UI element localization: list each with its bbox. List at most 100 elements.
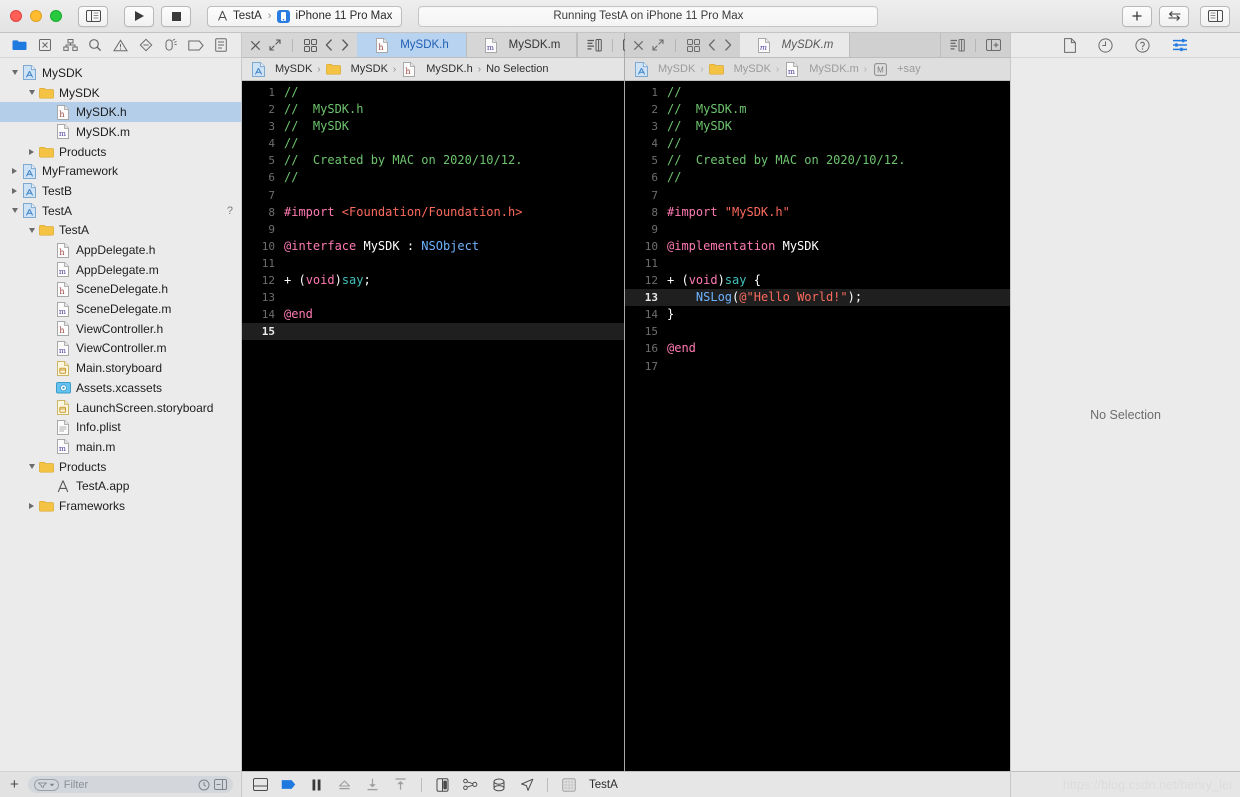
file-inspector-icon[interactable] — [1063, 37, 1076, 53]
navigator-row[interactable]: Assets.xcassets — [0, 378, 241, 398]
navigator-row[interactable]: LaunchScreen.storyboard — [0, 398, 241, 418]
navigator-row[interactable]: m main.m — [0, 437, 241, 457]
jump-bar-segment[interactable]: h MySDK.h — [401, 61, 473, 77]
minimap-toggle-icon[interactable] — [950, 38, 965, 52]
jump-bar-right[interactable]: MySDK › MySDK › m MySDK.m › M +say — [625, 58, 1010, 81]
navigator-row[interactable]: h ViewController.h — [0, 319, 241, 339]
code-line[interactable]: 13 NSLog(@"Hello World!"); — [625, 289, 1010, 307]
disclosure-triangle-open-icon[interactable] — [25, 90, 38, 96]
navigator-row[interactable]: Products — [0, 142, 241, 162]
project-navigator-icon[interactable] — [11, 37, 29, 53]
editor-tab[interactable]: m MySDK.m — [740, 33, 850, 57]
symbol-navigator-icon[interactable] — [61, 37, 79, 53]
collapse-all-icon[interactable] — [214, 779, 227, 790]
code-line[interactable]: 15 — [625, 323, 1010, 340]
disclosure-triangle-open-icon[interactable] — [25, 227, 38, 233]
project-file-tree[interactable]: MySDK MySDK h MySDK.h m MySDK.m Products MyFram… — [0, 58, 241, 771]
debug-navigator-icon[interactable] — [162, 37, 180, 53]
editor-tab[interactable]: m MySDK.m — [467, 33, 577, 57]
code-line[interactable]: 8 #import "MySDK.h" — [625, 204, 1010, 221]
step-over-icon[interactable] — [365, 777, 380, 792]
navigator-row[interactable]: MySDK — [0, 83, 241, 103]
close-editor-icon[interactable] — [250, 40, 261, 51]
disclosure-triangle-closed-icon[interactable] — [25, 148, 38, 155]
editor-options-button[interactable] — [1159, 5, 1189, 27]
scheme-destination-chooser[interactable]: TestA › iPhone 11 Pro Max — [207, 5, 403, 27]
attributes-inspector-icon[interactable] — [1172, 38, 1188, 52]
add-file-button[interactable]: + — [8, 777, 21, 792]
navigate-back-icon[interactable] — [325, 39, 333, 51]
recent-files-icon[interactable] — [198, 779, 210, 791]
navigator-row[interactable]: m ViewController.m — [0, 339, 241, 359]
navigator-row[interactable]: MyFramework — [0, 161, 241, 181]
code-line[interactable]: 17 — [625, 358, 1010, 375]
jump-bar-segment[interactable]: MySDK — [709, 63, 771, 75]
navigator-row[interactable]: m MySDK.m — [0, 122, 241, 142]
memory-graph-icon[interactable] — [463, 777, 478, 792]
continue-icon[interactable] — [337, 777, 352, 792]
navigator-row[interactable]: Main.storyboard — [0, 358, 241, 378]
view-debugging-icon[interactable] — [435, 777, 450, 792]
add-editor-button[interactable] — [1122, 5, 1152, 27]
quick-help-icon[interactable] — [1134, 37, 1150, 53]
navigate-forward-icon[interactable] — [724, 39, 732, 51]
navigator-row[interactable]: TestA — [0, 221, 241, 241]
test-navigator-icon[interactable] — [137, 37, 155, 53]
code-line[interactable]: 10 @interface MySDK : NSObject — [242, 238, 624, 255]
code-line[interactable]: 11 — [625, 255, 1010, 272]
navigator-row[interactable]: Info.plist — [0, 417, 241, 437]
add-editor-right-icon[interactable] — [986, 39, 1001, 51]
navigator-row[interactable]: h SceneDelegate.h — [0, 280, 241, 300]
history-inspector-icon[interactable] — [1097, 37, 1113, 53]
code-editor-right[interactable]: 1 // 2 // MySDK.m 3 // MySDK 4 // 5 // Created by… — [625, 81, 1010, 771]
code-line[interactable]: 6 // — [625, 169, 1010, 186]
zoom-window-button[interactable] — [50, 10, 62, 22]
find-navigator-icon[interactable] — [86, 37, 104, 53]
expand-editor-icon[interactable] — [652, 39, 664, 51]
navigate-back-icon[interactable] — [708, 39, 716, 51]
disclosure-triangle-closed-icon[interactable] — [25, 502, 38, 509]
breakpoints-icon[interactable] — [281, 777, 296, 792]
code-line[interactable]: 14 @end — [242, 306, 624, 323]
code-line[interactable]: 4 // — [242, 135, 624, 152]
navigator-row[interactable]: h MySDK.h — [0, 102, 241, 123]
code-line[interactable]: 9 — [242, 221, 624, 238]
code-line[interactable]: 12 + (void)say { — [625, 272, 1010, 289]
disclosure-triangle-closed-icon[interactable] — [8, 187, 21, 194]
jump-bar-left[interactable]: MySDK › MySDK › h MySDK.h › No Selection — [242, 58, 624, 81]
jump-bar-segment[interactable]: M +say — [872, 62, 921, 76]
close-window-button[interactable] — [10, 10, 22, 22]
disclosure-triangle-open-icon[interactable] — [8, 208, 21, 214]
code-line[interactable]: 15 — [242, 323, 624, 341]
disclosure-triangle-open-icon[interactable] — [25, 464, 38, 470]
jump-bar-segment[interactable]: MySDK — [250, 61, 312, 77]
jump-bar-segment[interactable]: No Selection — [486, 63, 548, 75]
show-tabs-grid-icon[interactable] — [304, 38, 317, 52]
editor-tabs-left[interactable]: h MySDK.h m MySDK.m — [357, 33, 577, 57]
code-line[interactable]: 3 // MySDK — [242, 118, 624, 135]
code-line[interactable]: 5 // Created by MAC on 2020/10/12. — [242, 152, 624, 169]
code-line[interactable]: 5 // Created by MAC on 2020/10/12. — [625, 152, 1010, 169]
report-navigator-icon[interactable] — [212, 37, 230, 53]
navigator-row[interactable]: Frameworks — [0, 496, 241, 516]
step-into-icon[interactable] — [393, 777, 408, 792]
toggle-inspector-button[interactable] — [1200, 5, 1230, 27]
minimap-toggle-icon[interactable] — [587, 38, 602, 52]
pause-icon[interactable] — [309, 777, 324, 792]
jump-bar-segment[interactable]: m MySDK.m — [784, 61, 859, 77]
navigator-row[interactable]: TestB — [0, 181, 241, 201]
filter-scope-icon[interactable] — [33, 778, 59, 791]
source-control-navigator-icon[interactable] — [36, 37, 54, 53]
code-line[interactable]: 13 — [242, 289, 624, 306]
code-line[interactable]: 8 #import <Foundation/Foundation.h> — [242, 204, 624, 221]
code-line[interactable]: 1 // — [625, 84, 1010, 101]
navigator-row[interactable]: Products — [0, 457, 241, 477]
disclosure-triangle-closed-icon[interactable] — [8, 168, 21, 175]
expand-editor-icon[interactable] — [269, 39, 281, 51]
close-editor-icon[interactable] — [633, 40, 644, 51]
stop-button[interactable] — [161, 5, 191, 27]
code-editor-left[interactable]: 1 // 2 // MySDK.h 3 // MySDK 4 // 5 // Created by… — [242, 81, 624, 771]
code-line[interactable]: 3 // MySDK — [625, 118, 1010, 135]
code-line[interactable]: 2 // MySDK.m — [625, 101, 1010, 118]
navigator-row[interactable]: MySDK — [0, 63, 241, 83]
